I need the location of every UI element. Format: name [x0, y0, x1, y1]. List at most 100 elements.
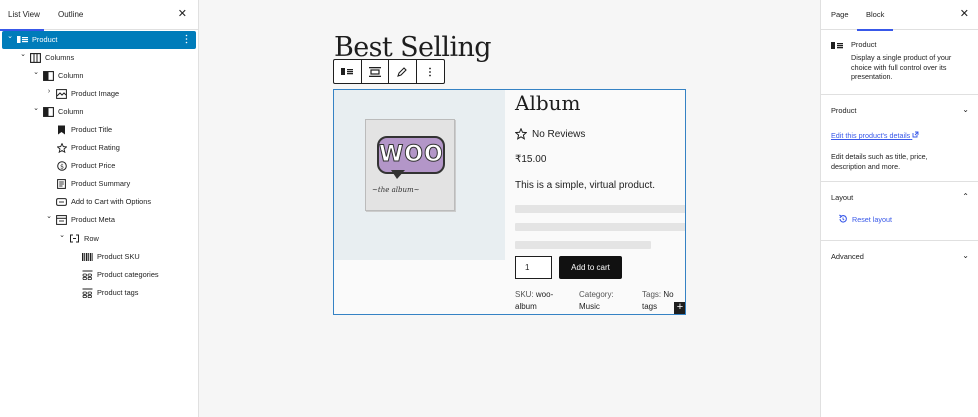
add-to-cart-button[interactable]: Add to cart: [559, 256, 622, 279]
sku-value: woo-: [535, 290, 554, 299]
product-panel-toggle[interactable]: Product ⌄: [821, 94, 978, 120]
product-summary: This is a simple, virtual product.: [515, 180, 656, 191]
chevron-down-icon[interactable]: ⌄: [6, 32, 14, 40]
reset-icon: [839, 214, 847, 223]
edit-product-link-text: Edit this product's details: [831, 131, 911, 140]
align-button[interactable]: [362, 60, 389, 83]
settings-sidebar: Page Block ✕ Product Display a single pr…: [820, 0, 978, 417]
product-category: Category: Music: [579, 289, 614, 313]
barcode-icon: [82, 251, 93, 262]
layout-panel-toggle[interactable]: Layout ⌃: [821, 181, 978, 207]
chevron-down-icon[interactable]: ⌄: [32, 68, 40, 76]
list-view-item[interactable]: ⌄ Product Meta: [2, 211, 196, 229]
chevron-down-icon[interactable]: ⌄: [45, 212, 53, 220]
product-tags: Tags: No tags: [642, 289, 674, 313]
reset-layout-button[interactable]: Reset layout: [838, 214, 892, 224]
button-icon: [56, 196, 67, 207]
product-rating: No Reviews: [515, 128, 585, 140]
advanced-panel-toggle[interactable]: Advanced ⌄: [821, 240, 978, 266]
add-block-button[interactable]: +: [674, 302, 685, 314]
list-view-item-label: Columns: [45, 53, 75, 62]
list-view-item[interactable]: Product Summary: [2, 175, 196, 193]
list-view-item[interactable]: ⌄ Row: [2, 230, 196, 248]
list-view-item-label: Column: [58, 107, 84, 116]
list-view-item[interactable]: › Product Image: [2, 85, 196, 103]
edit-product-description: Edit details such as title, price, descr…: [831, 152, 928, 171]
sku-label: SKU:: [515, 290, 534, 299]
list-view-item-label: Product Image: [71, 89, 120, 98]
meta-icon: [56, 214, 67, 225]
tab-page[interactable]: Page: [831, 10, 849, 19]
rating-text: No Reviews: [532, 128, 586, 140]
chevron-right-icon[interactable]: ›: [45, 88, 53, 95]
list-view-item[interactable]: Product categories: [2, 266, 196, 284]
list-view-item[interactable]: ⌄ Column: [2, 67, 196, 85]
tags-value-cont: tags: [642, 302, 658, 311]
product-title[interactable]: Album: [515, 91, 581, 115]
align-icon: [368, 66, 381, 77]
column-icon: [43, 70, 54, 81]
chevron-down-icon[interactable]: ⌄: [32, 104, 40, 112]
product-block[interactable]: WOO ~the album~ Album No Reviews ₹15.00 …: [333, 89, 686, 315]
close-icon[interactable]: ✕: [960, 7, 969, 20]
advanced-panel-title: Advanced: [831, 252, 864, 261]
sidebar-tabs: Page Block ✕: [821, 0, 978, 31]
block-card-title: Product: [851, 40, 877, 49]
list-view-item[interactable]: ⌄ Columns: [2, 49, 196, 67]
category-value[interactable]: Music: [579, 302, 600, 311]
more-options-button[interactable]: [417, 60, 444, 83]
list-view-item[interactable]: $ Product Price: [2, 157, 196, 175]
album-cover: WOO ~the album~: [365, 119, 455, 211]
product-sku: SKU: woo- album: [515, 289, 553, 313]
list-view-item[interactable]: Product Title: [2, 121, 196, 139]
woo-logo-text: WOO: [379, 142, 444, 168]
block-type-button[interactable]: [334, 60, 362, 83]
kebab-icon[interactable]: [185, 34, 188, 46]
summary-placeholder-line: [515, 205, 685, 213]
terms-icon: [82, 287, 93, 298]
external-link-icon: [912, 131, 919, 138]
tab-outline[interactable]: Outline: [58, 10, 83, 19]
terms-icon: [82, 269, 93, 280]
woo-logo-tail: [391, 170, 405, 179]
tab-block[interactable]: Block: [856, 10, 894, 31]
list-view-item-label: Product Title: [71, 125, 113, 134]
list-view-item-label: Product categories: [97, 270, 159, 279]
edit-button[interactable]: [389, 60, 417, 83]
list-view-item[interactable]: Product SKU: [2, 248, 196, 266]
list-view-tabs: List View Outline ✕: [0, 0, 198, 31]
column-icon: [43, 106, 54, 117]
list-view-item-label: Product Price: [71, 161, 116, 170]
list-view-item[interactable]: ⌄ Product: [2, 31, 196, 49]
star-icon: [56, 142, 67, 153]
svg-text:$: $: [60, 163, 64, 170]
product-price: ₹15.00: [515, 154, 547, 165]
sku-value-cont: album: [515, 302, 537, 311]
list-view-item[interactable]: Product Rating: [2, 139, 196, 157]
summary-icon: [56, 178, 67, 189]
bookmark-icon: [56, 124, 67, 135]
list-view-item[interactable]: Product tags: [2, 284, 196, 302]
chevron-down-icon[interactable]: ⌄: [58, 231, 66, 239]
chevron-up-icon: ⌃: [962, 192, 969, 201]
layout-panel-title: Layout: [831, 193, 854, 202]
summary-placeholder-line: [515, 223, 685, 231]
list-view-item-label: Column: [58, 71, 84, 80]
tab-list-view[interactable]: List View: [0, 10, 44, 31]
edit-product-link[interactable]: Edit this product's details: [831, 131, 919, 140]
list-view-item[interactable]: ⌄ Column: [2, 103, 196, 121]
product-image[interactable]: WOO ~the album~: [334, 90, 505, 260]
block-toolbar: [333, 59, 445, 84]
list-view-item-label: Product Meta: [71, 215, 115, 224]
album-caption: ~the album~: [372, 186, 420, 194]
woo-logo: WOO: [377, 136, 445, 174]
tags-label: Tags:: [642, 290, 662, 299]
close-icon[interactable]: ✕: [178, 7, 187, 20]
chevron-down-icon[interactable]: ⌄: [19, 50, 27, 58]
list-view-item[interactable]: Add to Cart with Options: [2, 193, 196, 211]
row-icon: [69, 233, 80, 244]
kebab-icon: [429, 67, 432, 76]
list-view-item-label: Product SKU: [97, 252, 140, 261]
quantity-input[interactable]: 1: [515, 256, 552, 279]
summary-placeholder-line: [515, 241, 651, 249]
